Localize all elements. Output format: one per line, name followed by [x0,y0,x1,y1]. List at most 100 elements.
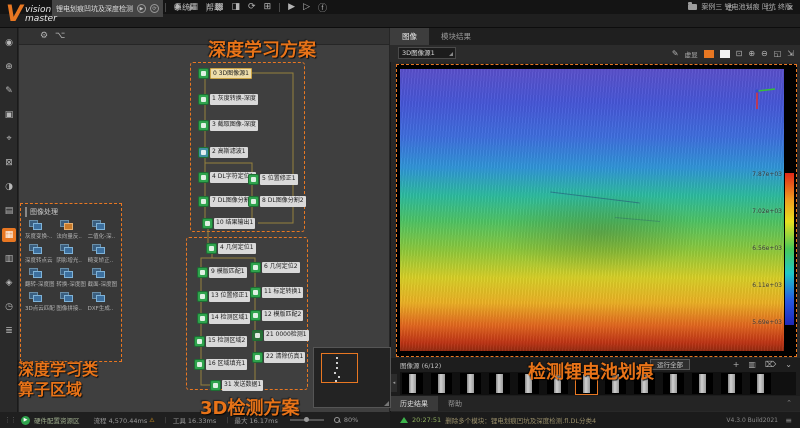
grid-icon[interactable]: ⊞ [264,2,272,12]
flow-node[interactable]: 22 清除仿真1 [252,352,306,363]
histogram-tool-icon[interactable]: ▥ [2,252,16,266]
operator-item[interactable]: 畸变矫正.. [88,244,119,264]
image-thumbnail[interactable] [663,373,684,394]
tab-历史结果[interactable]: 历史结果 [390,396,438,411]
recognition-tool-icon[interactable]: ▤ [2,204,16,218]
function-icon[interactable]: ⓕ [318,1,327,14]
timing-tool-icon[interactable]: ◷ [2,300,16,314]
zoom-out-icon[interactable]: ⊖ [761,49,768,58]
flow-node[interactable]: 1 灰度转换-深度 [198,94,258,105]
minimap-resize-handle[interactable] [384,401,389,406]
camera-tool-icon[interactable]: ◉ [2,36,16,50]
add-image-icon[interactable]: + [733,360,740,369]
flow-node[interactable]: 4 几何定位1 [206,243,256,254]
image-thumbnail[interactable] [402,373,423,394]
operator-item[interactable]: 图像拼接.. [56,292,87,312]
operator-item[interactable]: 二值化-深.. [88,220,119,240]
collapse-strip-icon[interactable]: ⌄ [785,360,792,369]
operator-item[interactable]: 转换-深度图 [56,268,87,288]
fullscreen-icon[interactable]: ⇲ [787,49,794,58]
one-to-one-icon[interactable]: ◱ [774,49,782,58]
draw-tool-icon[interactable]: ✎ [2,84,16,98]
add-flow-tab-button[interactable]: + [186,3,194,14]
flow-icon[interactable]: ⌥ [55,31,65,41]
image-thumbnail[interactable] [721,373,742,394]
color-tool-icon[interactable]: ◑ [2,180,16,194]
current-case[interactable]: 案例三 锂电池划痕 凹坑 终版 [688,0,792,14]
image-thumbnail[interactable] [750,373,771,394]
flow-node[interactable]: 21 0000检测1 [252,330,309,341]
flow-node[interactable]: 7 DL图像分割1 [198,196,256,207]
flow-node[interactable]: 10 结果输出1 [202,218,256,229]
image-thumbnail[interactable] [605,373,626,394]
edit-overlay-icon[interactable]: ✎ [672,49,679,58]
log-list-icon[interactable]: ≡ [785,416,792,425]
operator-item[interactable]: 深度转点云 [25,244,56,264]
run-icon[interactable]: ▶ [288,2,295,12]
camera-icon[interactable]: ◉ [174,2,182,12]
light-config-icon[interactable]: ▩ [215,2,224,12]
flow-node[interactable]: 11 标定转换1 [250,287,304,298]
measure-tool-icon[interactable]: ⊠ [2,156,16,170]
flow-node[interactable]: 8 DL图像分割2 [248,196,306,207]
operator-item[interactable]: 阴影增光.. [56,244,87,264]
flow-node[interactable]: 3 截取图像-深度 [198,120,258,131]
image-thumbnail[interactable] [634,373,655,394]
history-collapse-icon[interactable]: ⌃ [786,399,792,407]
operator-item[interactable]: 灰度变换-.. [25,220,56,240]
image-thumbnail[interactable] [547,373,568,394]
run-once-icon[interactable]: ▷ [303,2,310,12]
list-tool-icon[interactable]: ≣ [2,324,16,338]
operator-item[interactable]: 法向量反.. [56,220,87,240]
status-run-icon[interactable]: ▶ [21,415,30,425]
image-thumbnail[interactable] [489,373,510,394]
flow-node[interactable]: 4 DL字符定位1 [198,172,256,183]
flow-node[interactable]: 31 发送数据1 [210,380,264,391]
tab-图像[interactable]: 图像 [390,28,429,45]
locate-tool-icon[interactable]: ⌖ [2,132,16,146]
minimap-viewport[interactable] [321,353,358,383]
wrench-icon[interactable]: ⚙ [40,31,48,41]
image-thumbnail[interactable] [460,373,481,394]
flow-node[interactable]: 6 几何定位2 [250,262,300,273]
fit-view-icon[interactable]: ⊡ [736,49,743,58]
loop-flow-button[interactable]: ⟳ [150,4,159,13]
operator-item[interactable]: 翻转-深度图 [25,268,56,288]
flow-node[interactable]: 9 模版匹配1 [197,267,247,278]
tab-帮助[interactable]: 帮助 [438,396,472,411]
flow-node[interactable]: 0 3D图像源1 [198,68,252,79]
calibration-icon[interactable]: ◨ [232,2,241,12]
zoom-slider[interactable] [289,417,324,422]
overlay-color-orange[interactable] [703,49,714,58]
image-thumbnail[interactable] [431,373,452,394]
frame-tool-icon[interactable]: ▣ [2,108,16,122]
flow-node[interactable]: 2 高斯滤波1 [198,147,248,158]
operator-item[interactable]: 截面-深度图 [88,268,119,288]
run-flow-button[interactable]: ▶ [137,4,146,13]
operator-item[interactable]: DXF生成.. [88,292,119,312]
filmstrip-collapse-arrow[interactable]: ◂ [391,374,397,392]
image-thumbnail[interactable] [692,373,713,394]
operator-item[interactable]: 3D点云匹配 [25,292,56,312]
refresh-icon[interactable]: ⟳ [248,2,256,12]
tab-模块结果[interactable]: 模块结果 [429,28,483,45]
flow-node[interactable]: 14 检测区域1 [197,313,251,324]
flow-node[interactable]: 13 位置修正1 [197,291,251,302]
image-source-dropdown[interactable]: 3D图像源1 [398,47,456,59]
image-thumbnail[interactable] [575,372,598,395]
flow-node[interactable]: 5 位置修正1 [248,174,298,185]
flow-node[interactable]: 12 模版匹配2 [250,310,304,321]
delete-icon[interactable]: ⌦ [765,360,776,369]
image-viewport[interactable]: 7.87e+03 7.02e+03 6.56e+03 6.11e+03 5.69e+03 [396,64,797,357]
target-tool-icon[interactable]: ⊕ [2,60,16,74]
calib-3d-tool-icon[interactable]: ◈ [2,276,16,290]
image-thumbnail[interactable] [518,373,539,394]
flow-minimap[interactable] [313,347,391,408]
flow-node[interactable]: 16 区域填充1 [194,359,248,370]
overlay-color-white[interactable] [719,49,730,58]
flow-node[interactable]: 15 检测区域2 [194,336,248,347]
folder-icon[interactable]: ▥ [748,360,756,369]
run-all-button[interactable]: 运行全部 [650,359,690,370]
image-processing-tool-icon[interactable]: ▦ [2,228,16,242]
zoom-in-icon[interactable]: ⊕ [748,49,755,58]
